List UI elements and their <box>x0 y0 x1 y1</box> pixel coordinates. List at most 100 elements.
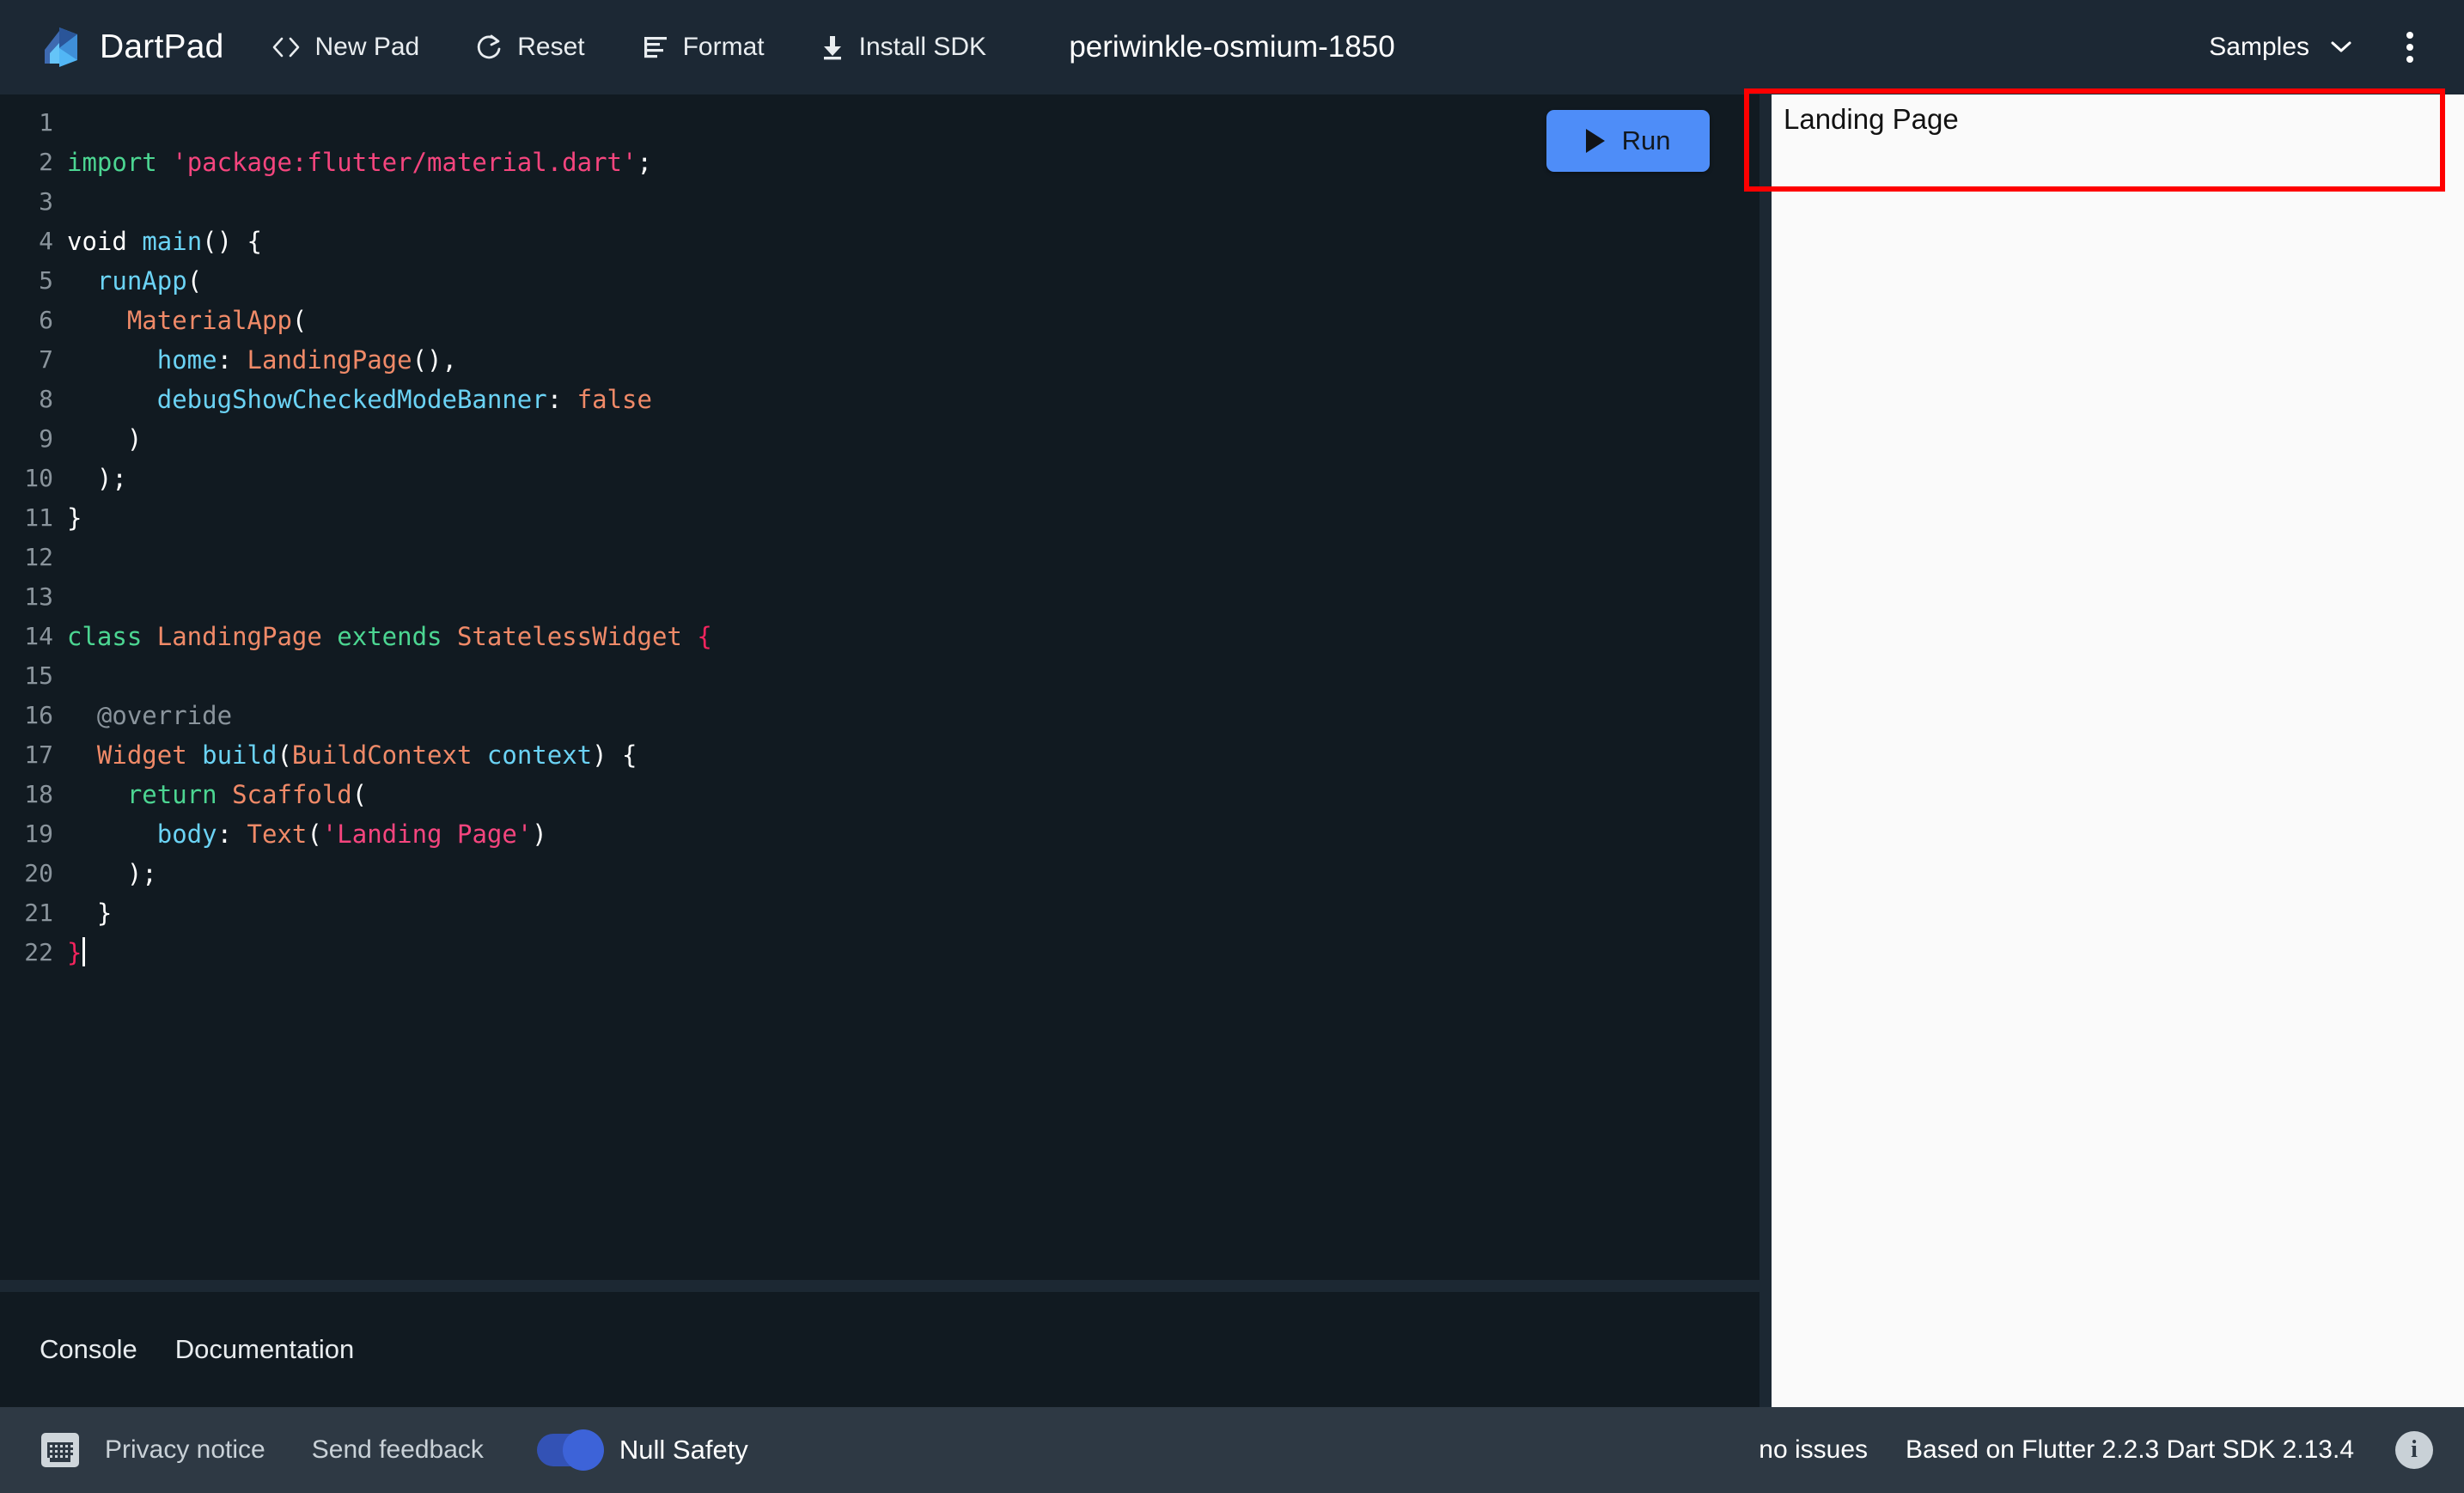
code-line: 3 <box>0 182 1760 222</box>
line-number: 12 <box>24 543 53 571</box>
line-number: 21 <box>24 899 53 927</box>
issues-status: no issues <box>1759 1435 1869 1464</box>
brand-name: DartPad <box>100 28 224 65</box>
line-number: 7 <box>39 345 53 374</box>
code-line: 13 <box>0 577 1760 617</box>
bottom-tabbar: Console Documentation <box>0 1292 373 1407</box>
dartpad-app: DartPad New Pad Reset Format Install SDK… <box>0 0 2464 1493</box>
code-line: 9 ) <box>0 419 1760 459</box>
new-pad-label: New Pad <box>314 33 420 61</box>
status-bar: Privacy notice Send feedback Null Safety… <box>0 1407 2464 1493</box>
code-line-text: } <box>67 503 82 533</box>
code-line-text: debugShowCheckedModeBanner: false <box>156 385 652 414</box>
line-number: 2 <box>39 148 53 176</box>
line-number: 22 <box>24 938 53 966</box>
code-line-text: } <box>67 899 113 928</box>
code-line: 22} <box>0 933 1760 972</box>
line-number: 6 <box>39 306 53 334</box>
line-number: 4 <box>39 227 53 255</box>
play-icon <box>1585 129 1605 153</box>
format-lines-icon <box>642 34 669 60</box>
code-line: 15 <box>0 656 1760 696</box>
text-cursor <box>82 937 86 966</box>
code-line-text: import 'package:flutter/material.dart'; <box>67 148 652 177</box>
code-line-text: return Scaffold( <box>126 780 368 809</box>
send-feedback-link[interactable]: Send feedback <box>312 1435 484 1465</box>
code-line-text: @override <box>67 701 233 730</box>
code-line-text: home: LandingPage(), <box>156 345 457 375</box>
line-number: 1 <box>39 108 53 137</box>
tab-documentation[interactable]: Documentation <box>156 1322 374 1377</box>
samples-dropdown[interactable]: Samples <box>2197 24 2366 70</box>
code-line-text: class LandingPage extends StatelessWidge… <box>67 622 712 651</box>
code-line-text: ) <box>67 424 143 454</box>
code-line: 5 runApp( <box>0 261 1760 301</box>
run-button[interactable]: Run <box>1546 110 1710 172</box>
code-line: 19 body: Text('Landing Page') <box>0 814 1760 854</box>
horizontal-splitter[interactable] <box>0 1280 1760 1292</box>
download-icon <box>820 34 845 61</box>
code-line: 1 <box>0 103 1760 143</box>
new-pad-button[interactable]: New Pad <box>263 26 428 69</box>
line-number: 14 <box>24 622 53 650</box>
code-line: 14 class LandingPage extends StatelessWid… <box>0 617 1760 656</box>
line-number: 8 <box>39 385 53 413</box>
code-line-text: } <box>53 933 86 972</box>
line-number: 18 <box>24 780 53 808</box>
reset-button[interactable]: Reset <box>466 26 593 69</box>
line-number: 11 <box>24 503 53 532</box>
line-number: 10 <box>24 464 53 492</box>
line-number: 9 <box>39 424 53 453</box>
install-sdk-button[interactable]: Install SDK <box>811 26 995 69</box>
line-number: 15 <box>24 661 53 690</box>
reset-label: Reset <box>517 33 585 61</box>
sdk-version-info: Based on Flutter 2.2.3 Dart SDK 2.13.4 <box>1906 1435 2354 1464</box>
code-line-text: MaterialApp( <box>126 306 308 335</box>
tab-console[interactable]: Console <box>21 1322 156 1377</box>
code-line: 4 void main() { <box>0 222 1760 261</box>
line-number: 13 <box>24 582 53 611</box>
code-line-text: Widget build(BuildContext context) { <box>96 740 637 770</box>
format-label: Format <box>682 33 765 61</box>
code-line: 16 @override <box>0 696 1760 735</box>
preview-text: Landing Page <box>1784 103 1959 135</box>
header-right-group: Samples <box>2197 0 2438 94</box>
status-bar-right: no issues Based on Flutter 2.2.3 Dart SD… <box>1759 1431 2433 1469</box>
chevron-down-icon <box>2328 33 2354 62</box>
keyboard-icon[interactable] <box>41 1433 79 1467</box>
null-safety-toggle[interactable]: Null Safety <box>536 1429 748 1471</box>
code-line-text: body: Text('Landing Page') <box>156 820 547 849</box>
bottom-panel: Console Documentation <box>0 1292 1760 1407</box>
brand: DartPad <box>38 24 223 70</box>
code-line: 8 debugShowCheckedModeBanner: false <box>0 380 1760 419</box>
refresh-icon <box>474 33 503 62</box>
line-number: 19 <box>24 820 53 848</box>
code-editor-pane[interactable]: 1 2 import 'package:flutter/material.dart… <box>0 94 1760 1280</box>
code-line: 21 } <box>0 893 1760 933</box>
vertical-splitter[interactable] <box>1760 94 1772 1407</box>
line-number: 17 <box>24 740 53 769</box>
code-line: 2 import 'package:flutter/material.dart'; <box>0 143 1760 182</box>
code-editor[interactable]: 1 2 import 'package:flutter/material.dart… <box>0 94 1760 1280</box>
format-button[interactable]: Format <box>633 26 773 69</box>
privacy-notice-link[interactable]: Privacy notice <box>105 1435 265 1465</box>
code-line: 18 return Scaffold( <box>0 775 1760 814</box>
null-safety-label: Null Safety <box>619 1435 748 1465</box>
samples-label: Samples <box>2209 33 2309 61</box>
toggle-track[interactable] <box>536 1429 604 1471</box>
output-preview-pane[interactable]: Landing Page <box>1772 94 2464 1407</box>
line-number: 20 <box>24 859 53 887</box>
more-vertical-icon[interactable] <box>2382 19 2438 76</box>
code-line-text: runApp( <box>96 266 203 296</box>
install-sdk-label: Install SDK <box>858 33 986 61</box>
dartpad-logo-icon <box>38 24 84 70</box>
line-number: 5 <box>39 266 53 295</box>
code-line: 11} <box>0 498 1760 538</box>
code-line: 20 ); <box>0 854 1760 893</box>
info-icon[interactable]: i <box>2395 1431 2433 1469</box>
toggle-knob <box>562 1429 604 1471</box>
code-line-text: ); <box>67 859 157 888</box>
code-line: 6 MaterialApp( <box>0 301 1760 340</box>
code-line: 12 <box>0 538 1760 577</box>
code-line: 10 ); <box>0 459 1760 498</box>
